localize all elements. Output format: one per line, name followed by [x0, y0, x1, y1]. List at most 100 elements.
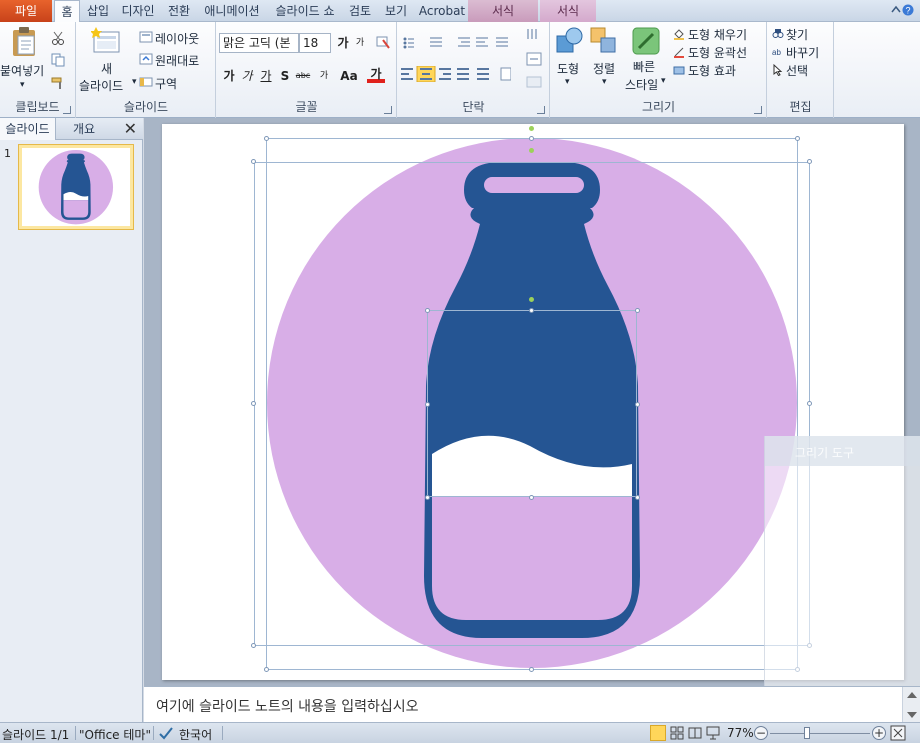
- resize-handle[interactable]: [425, 402, 430, 407]
- resize-handle[interactable]: [807, 159, 812, 164]
- reading-view-icon[interactable]: [688, 726, 702, 740]
- tab-view[interactable]: 보기: [381, 0, 411, 22]
- resize-handle[interactable]: [529, 136, 534, 141]
- character-spacing-button[interactable]: 가: [315, 67, 333, 85]
- italic-button[interactable]: 가: [238, 67, 256, 85]
- strikethrough-button[interactable]: abc: [292, 67, 314, 85]
- font-color-button[interactable]: 가: [367, 65, 385, 83]
- replace-button[interactable]: 바꾸기: [786, 44, 819, 61]
- tab-acrobat[interactable]: Acrobat: [416, 0, 468, 22]
- resize-handle[interactable]: [529, 495, 534, 500]
- language-indicator[interactable]: 한국어: [179, 726, 212, 743]
- drawing-dialog-launcher[interactable]: [754, 106, 762, 114]
- arrange-dropdown-arrow[interactable]: ▾: [602, 77, 607, 87]
- zoom-level[interactable]: 77%: [727, 726, 754, 740]
- resize-handle[interactable]: [264, 136, 269, 141]
- tab-review[interactable]: 검토: [345, 0, 375, 22]
- zoom-slider-thumb[interactable]: [804, 727, 811, 739]
- tab-home[interactable]: 홈: [54, 0, 80, 23]
- new-slide-dropdown-arrow[interactable]: ▾: [132, 77, 137, 87]
- clipboard-dialog-launcher[interactable]: [63, 106, 71, 114]
- select-button[interactable]: 선택: [786, 62, 808, 79]
- tab-transitions[interactable]: 전환: [164, 0, 194, 22]
- shrink-font-button[interactable]: 가: [351, 34, 369, 52]
- alignment-icons[interactable]: [399, 66, 511, 82]
- shape-fill-button[interactable]: 도형 채우기: [688, 26, 747, 43]
- slideshow-view-icon[interactable]: [706, 726, 720, 740]
- section-button[interactable]: 구역: [155, 75, 177, 92]
- tab-format-drawing[interactable]: 서식: [468, 0, 538, 22]
- layout-button[interactable]: 레이아웃: [155, 30, 199, 47]
- cut-icon[interactable]: [51, 31, 65, 45]
- shapes-button[interactable]: 도형: [557, 60, 579, 77]
- resize-handle[interactable]: [425, 308, 430, 313]
- quick-styles-label-1[interactable]: 빠른: [633, 58, 655, 75]
- resize-handle[interactable]: [529, 667, 534, 672]
- tab-design[interactable]: 디자인: [118, 0, 158, 22]
- fit-to-window-icon[interactable]: [890, 725, 906, 741]
- shape-effects-icon: [673, 66, 685, 75]
- zoom-slider-track[interactable]: [770, 733, 870, 734]
- paragraph-dialog-launcher[interactable]: [537, 106, 545, 114]
- slide-thumbnail-1[interactable]: [18, 144, 134, 230]
- normal-view-icon[interactable]: [650, 725, 666, 741]
- resize-handle[interactable]: [635, 308, 640, 313]
- font-dialog-launcher[interactable]: [384, 106, 392, 114]
- notes-scrollbar[interactable]: [902, 687, 920, 723]
- tab-slideshow[interactable]: 슬라이드 쇼: [270, 0, 340, 22]
- find-button[interactable]: 찾기: [786, 26, 808, 43]
- resize-handle[interactable]: [425, 495, 430, 500]
- zoom-in-icon[interactable]: +: [872, 726, 886, 740]
- font-size-field[interactable]: 18: [299, 33, 331, 53]
- scroll-up-arrow-icon[interactable]: [907, 692, 917, 698]
- tab-animations[interactable]: 애니메이션: [200, 0, 264, 22]
- new-slide-button[interactable]: 슬라이드: [79, 77, 123, 94]
- text-direction-icons[interactable]: [525, 27, 545, 91]
- tab-insert[interactable]: 삽입: [84, 0, 112, 22]
- font-name-field[interactable]: 맑은 고딕 (본: [219, 33, 299, 53]
- tab-outline[interactable]: 개요: [58, 118, 110, 140]
- resize-handle[interactable]: [251, 401, 256, 406]
- arrange-button[interactable]: 정렬: [593, 60, 615, 77]
- notes-placeholder[interactable]: 여기에 슬라이드 노트의 내용을 입력하십시오: [156, 696, 419, 716]
- resize-handle[interactable]: [251, 643, 256, 648]
- quick-styles-dropdown-arrow[interactable]: ▾: [661, 76, 666, 86]
- scroll-down-arrow-icon[interactable]: [907, 712, 917, 718]
- help-icon[interactable]: ?: [890, 3, 914, 20]
- paste-dropdown-arrow[interactable]: ▾: [20, 80, 25, 90]
- tab-slides[interactable]: 슬라이드: [0, 118, 56, 140]
- shape-effects-button[interactable]: 도형 효과: [688, 62, 736, 79]
- theme-name[interactable]: "Office 테마": [79, 726, 151, 743]
- bold-button[interactable]: 가: [220, 67, 238, 85]
- format-painter-icon[interactable]: [51, 76, 65, 90]
- zoom-out-icon[interactable]: −: [754, 726, 768, 740]
- rotation-handle-circle[interactable]: [529, 148, 534, 153]
- tab-file[interactable]: 파일: [0, 0, 52, 22]
- notes-pane[interactable]: 여기에 슬라이드 노트의 내용을 입력하십시오: [144, 686, 920, 723]
- reset-button[interactable]: 원래대로: [155, 52, 199, 69]
- resize-handle[interactable]: [795, 136, 800, 141]
- resize-handle[interactable]: [529, 308, 534, 313]
- change-case-button[interactable]: Aa: [338, 67, 360, 85]
- resize-handle[interactable]: [807, 401, 812, 406]
- list-and-indent-icons[interactable]: [402, 36, 512, 50]
- shapes-dropdown-arrow[interactable]: ▾: [565, 77, 570, 87]
- clear-formatting-icon[interactable]: [375, 34, 391, 50]
- copy-icon[interactable]: [51, 53, 65, 67]
- new-slide-label-1[interactable]: 새: [101, 60, 112, 77]
- grow-font-button[interactable]: 가: [334, 34, 352, 52]
- underline-button[interactable]: 가: [257, 67, 275, 85]
- close-pane-icon[interactable]: ✕: [124, 119, 137, 138]
- spell-check-icon[interactable]: [158, 726, 174, 740]
- resize-handle[interactable]: [264, 667, 269, 672]
- resize-handle[interactable]: [635, 495, 640, 500]
- paste-button[interactable]: 붙여넣기: [0, 62, 44, 79]
- resize-handle[interactable]: [251, 159, 256, 164]
- rotation-handle-group[interactable]: [529, 126, 534, 131]
- rotation-handle-wave[interactable]: [529, 297, 534, 302]
- resize-handle[interactable]: [635, 402, 640, 407]
- shape-outline-button[interactable]: 도형 윤곽선: [688, 44, 747, 61]
- tab-format-picture[interactable]: 서식: [540, 0, 596, 22]
- slide-sorter-view-icon[interactable]: [670, 726, 684, 740]
- quick-styles-button[interactable]: 스타일: [625, 76, 658, 93]
